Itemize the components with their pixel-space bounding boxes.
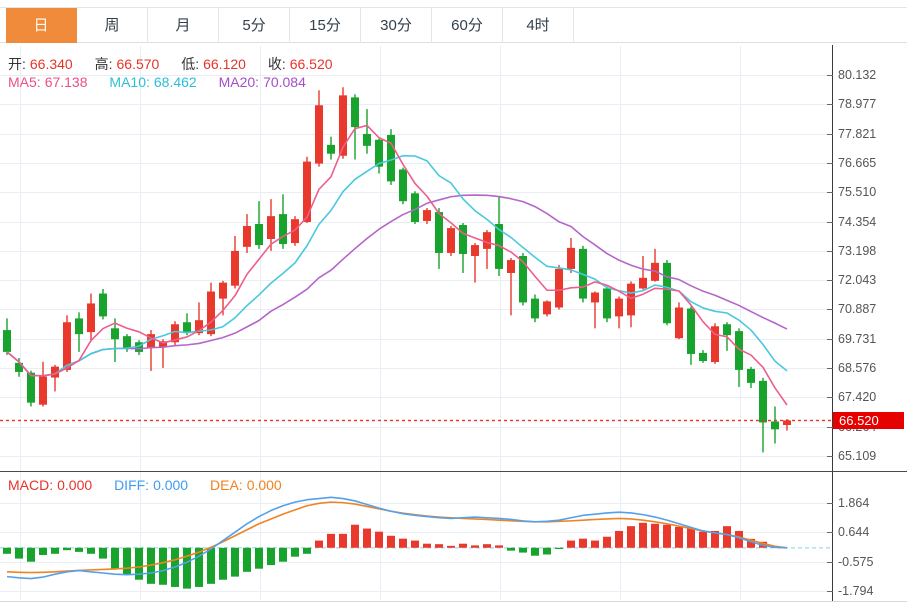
ohlc-legend: 开:66.340 高:66.570 低:66.120 收:66.520	[8, 54, 337, 74]
tabbar-filler	[574, 8, 907, 42]
open-value: 66.340	[30, 56, 73, 72]
period-tabbar: 日 周 月 5分 15分 30分 60分 4时	[0, 7, 907, 43]
macd-label: MACD:	[8, 477, 53, 493]
ma20-value: 70.084	[263, 74, 306, 90]
high-label: 高:	[95, 56, 113, 72]
close-value: 66.520	[290, 56, 333, 72]
ma-legend: MA5:67.138 MA10: 68.462 MA20:70.084	[8, 74, 310, 90]
macd-legend: MACD:0.000 DIFF:0.000 DEA:0.000	[8, 477, 286, 493]
tab-period-60min[interactable]: 60分	[432, 8, 503, 43]
ma5-value: 67.138	[45, 74, 88, 90]
tab-period-month[interactable]: 月	[148, 8, 219, 43]
ma10-label: MA10:	[109, 74, 149, 90]
ma10-value: 68.462	[154, 74, 197, 90]
tab-period-15min[interactable]: 15分	[290, 8, 361, 43]
macd-value: 0.000	[57, 477, 92, 493]
tab-period-30min[interactable]: 30分	[361, 8, 432, 43]
low-label: 低:	[181, 56, 199, 72]
candlestick-macd-canvas[interactable]	[0, 0, 907, 603]
diff-value: 0.000	[153, 477, 188, 493]
ma5-label: MA5:	[8, 74, 41, 90]
dea-label: DEA:	[210, 477, 243, 493]
diff-label: DIFF:	[114, 477, 149, 493]
tab-period-4hour[interactable]: 4时	[503, 8, 574, 43]
tab-period-day[interactable]: 日	[6, 8, 77, 43]
dea-value: 0.000	[247, 477, 282, 493]
current-price-tag: 66.520	[833, 412, 904, 429]
open-label: 开:	[8, 56, 26, 72]
ma20-label: MA20:	[219, 74, 259, 90]
tab-period-5min[interactable]: 5分	[219, 8, 290, 43]
low-value: 66.120	[203, 56, 246, 72]
kline-chart-app: 日 周 月 5分 15分 30分 60分 4时 开:66.340 高:66.57…	[0, 0, 907, 603]
tab-period-week[interactable]: 周	[77, 8, 148, 43]
high-value: 66.570	[117, 56, 160, 72]
close-label: 收:	[268, 56, 286, 72]
